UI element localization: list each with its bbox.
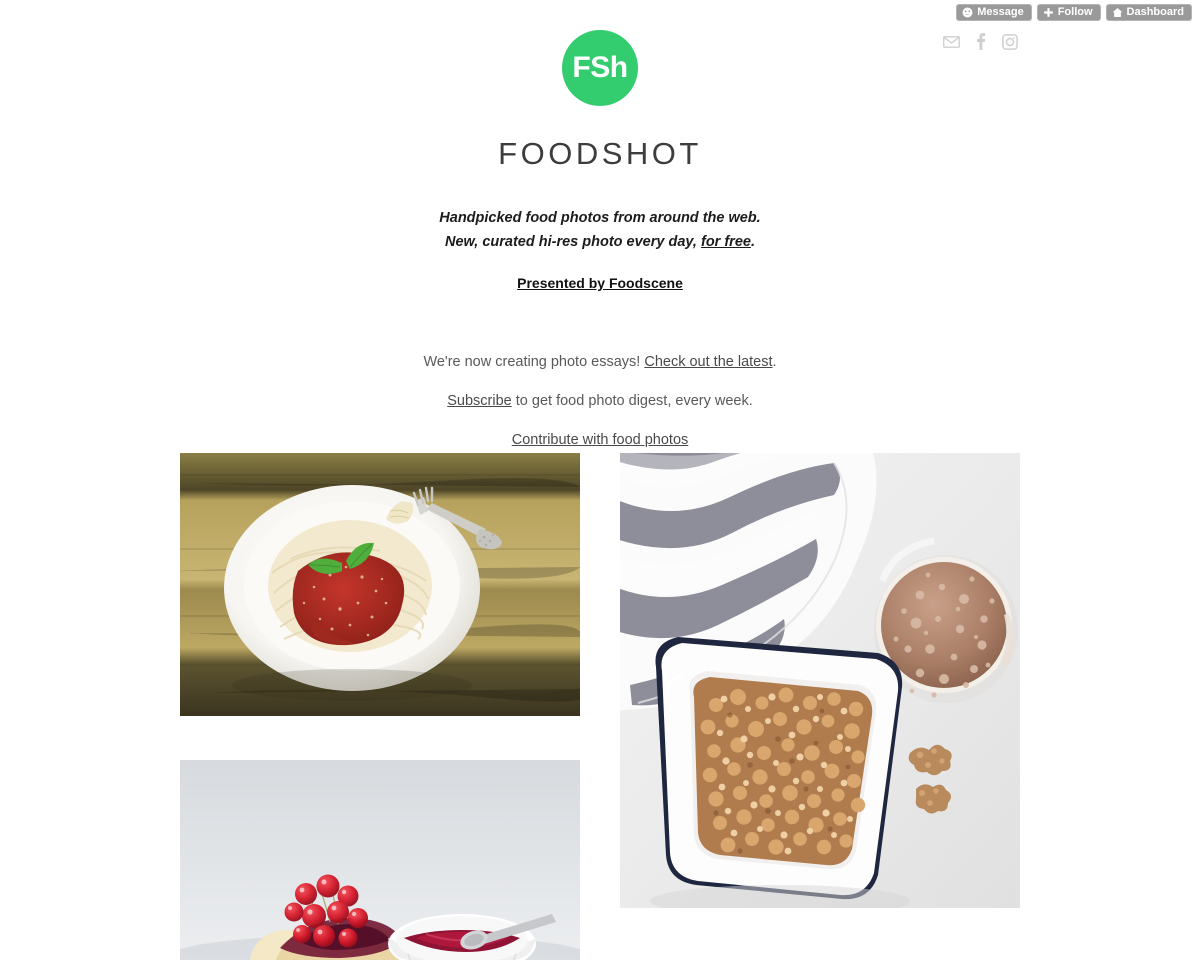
photo-grid: [180, 453, 1020, 960]
tagline-line-2-text: New, curated hi-res photo every day,: [445, 234, 701, 250]
promo-essays-text: We're now creating photo essays!: [423, 354, 645, 370]
message-button-label: Message: [977, 6, 1024, 18]
photo-spaghetti[interactable]: [180, 453, 580, 716]
site-logo[interactable]: FSh: [562, 30, 638, 106]
presented-by-link[interactable]: Presented by Foodscene: [517, 275, 683, 291]
smiley-icon: [962, 7, 973, 18]
instagram-icon[interactable]: [1001, 33, 1018, 50]
subscribe-link[interactable]: Subscribe: [447, 393, 511, 409]
tagline-line-2-period: .: [750, 234, 755, 250]
message-button[interactable]: Message: [956, 4, 1032, 21]
photo-spaghetti-image: [180, 453, 580, 716]
email-icon[interactable]: [943, 33, 960, 50]
home-icon: [1112, 7, 1123, 18]
promo-essays-period: .: [772, 354, 777, 370]
for-free-link[interactable]: for free: [701, 234, 751, 250]
tagline-line-1: Handpicked food photos from around the w…: [439, 210, 761, 226]
promo-links: We're now creating photo essays! Check o…: [0, 343, 1200, 460]
check-latest-link[interactable]: Check out the latest: [644, 354, 772, 370]
tagline-line-2: New, curated hi-res photo every day, for…: [0, 230, 1200, 254]
presented-by-wrap: Presented by Foodscene: [0, 254, 1200, 293]
photo-column-left: [180, 453, 580, 960]
photo-granola[interactable]: [620, 453, 1020, 908]
photo-granola-image: [620, 453, 1020, 908]
page-title[interactable]: FOODSHOT: [0, 136, 1200, 172]
photo-currants[interactable]: [180, 760, 580, 960]
dashboard-button-label: Dashboard: [1126, 6, 1184, 18]
photo-currants-image: [180, 760, 580, 960]
dashboard-button[interactable]: Dashboard: [1105, 4, 1192, 21]
follow-button-label: Follow: [1057, 6, 1093, 18]
promo-subscribe-text: to get food photo digest, every week.: [511, 393, 753, 409]
promo-line-essays: We're now creating photo essays! Check o…: [0, 343, 1200, 382]
tagline: Handpicked food photos from around the w…: [0, 206, 1200, 254]
site-header: FSh FOODSHOT Handpicked food photos from…: [0, 0, 1200, 460]
top-button-group: Message Follow Dashboard: [956, 4, 1192, 21]
contribute-link[interactable]: Contribute with food photos: [512, 432, 689, 448]
social-links: [943, 33, 1018, 50]
facebook-icon[interactable]: [972, 33, 989, 50]
photo-column-right: [620, 453, 1020, 960]
site-logo-text: FSh: [572, 51, 628, 84]
promo-line-subscribe: Subscribe to get food photo digest, ever…: [0, 382, 1200, 421]
plus-icon: [1043, 7, 1054, 18]
follow-button[interactable]: Follow: [1036, 4, 1101, 21]
